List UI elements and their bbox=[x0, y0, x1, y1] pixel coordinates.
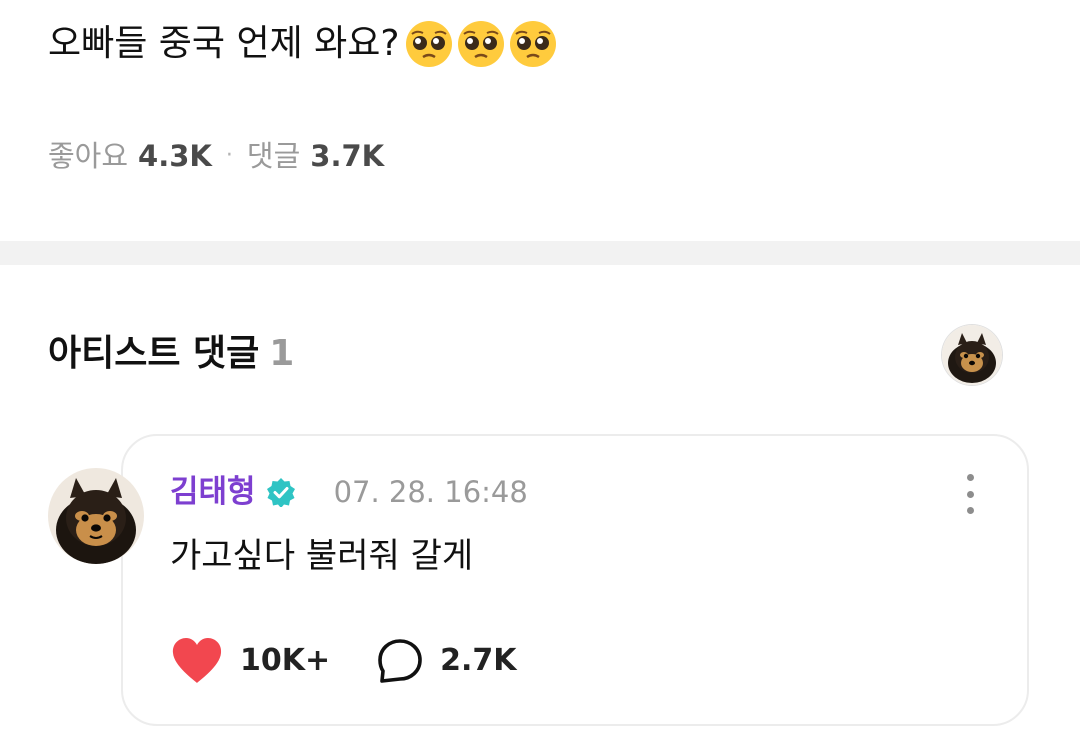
comment-actions: 10K+ 2.7K bbox=[170, 636, 517, 686]
stats-separator: · bbox=[225, 143, 233, 168]
like-button[interactable]: 10K+ bbox=[170, 636, 330, 686]
author-name[interactable]: 김태형 bbox=[170, 470, 256, 514]
comment-author-row: 김태형 07. 28. 16:48 bbox=[170, 470, 528, 514]
post-text-row: 오빠들 중국 언제 와요? bbox=[48, 18, 558, 70]
heart-icon bbox=[172, 638, 222, 683]
artist-comments-count: 1 bbox=[269, 333, 295, 374]
comments-label[interactable]: 댓글 bbox=[247, 136, 300, 176]
emoji-row bbox=[404, 19, 558, 69]
comment-timestamp: 07. 28. 16:48 bbox=[333, 475, 528, 509]
dog-avatar-image bbox=[48, 468, 144, 564]
more-options-button[interactable] bbox=[956, 474, 984, 514]
artist-avatar-thumbnail[interactable] bbox=[942, 325, 1002, 385]
artist-comments-title-row: 아티스트 댓글 1 bbox=[48, 330, 294, 378]
likes-label[interactable]: 좋아요 bbox=[48, 136, 128, 176]
artist-comments-title: 아티스트 댓글 bbox=[48, 333, 260, 374]
reply-count: 2.7K bbox=[440, 643, 517, 678]
verified-badge-icon bbox=[266, 478, 295, 507]
post-text: 오빠들 중국 언제 와요? bbox=[48, 23, 400, 64]
section-divider bbox=[0, 241, 1080, 265]
comments-count[interactable]: 3.7K bbox=[310, 136, 384, 176]
post-stats: 좋아요 4.3K · 댓글 3.7K bbox=[48, 136, 384, 176]
more-dot bbox=[966, 474, 974, 481]
like-count: 10K+ bbox=[240, 643, 331, 678]
pleading-face-icon bbox=[509, 21, 556, 67]
reply-button[interactable]: 2.7K bbox=[376, 636, 517, 686]
more-dot bbox=[966, 490, 974, 498]
dog-avatar-image bbox=[942, 325, 1002, 385]
pleading-face-icon bbox=[405, 21, 452, 67]
more-dot bbox=[966, 507, 974, 514]
likes-count[interactable]: 4.3K bbox=[138, 136, 212, 176]
pleading-face-icon bbox=[457, 21, 504, 67]
comment-text: 가고싶다 불러줘 갈게 bbox=[170, 536, 474, 576]
comment-bubble-icon bbox=[378, 639, 422, 683]
commenter-avatar[interactable] bbox=[48, 468, 144, 564]
